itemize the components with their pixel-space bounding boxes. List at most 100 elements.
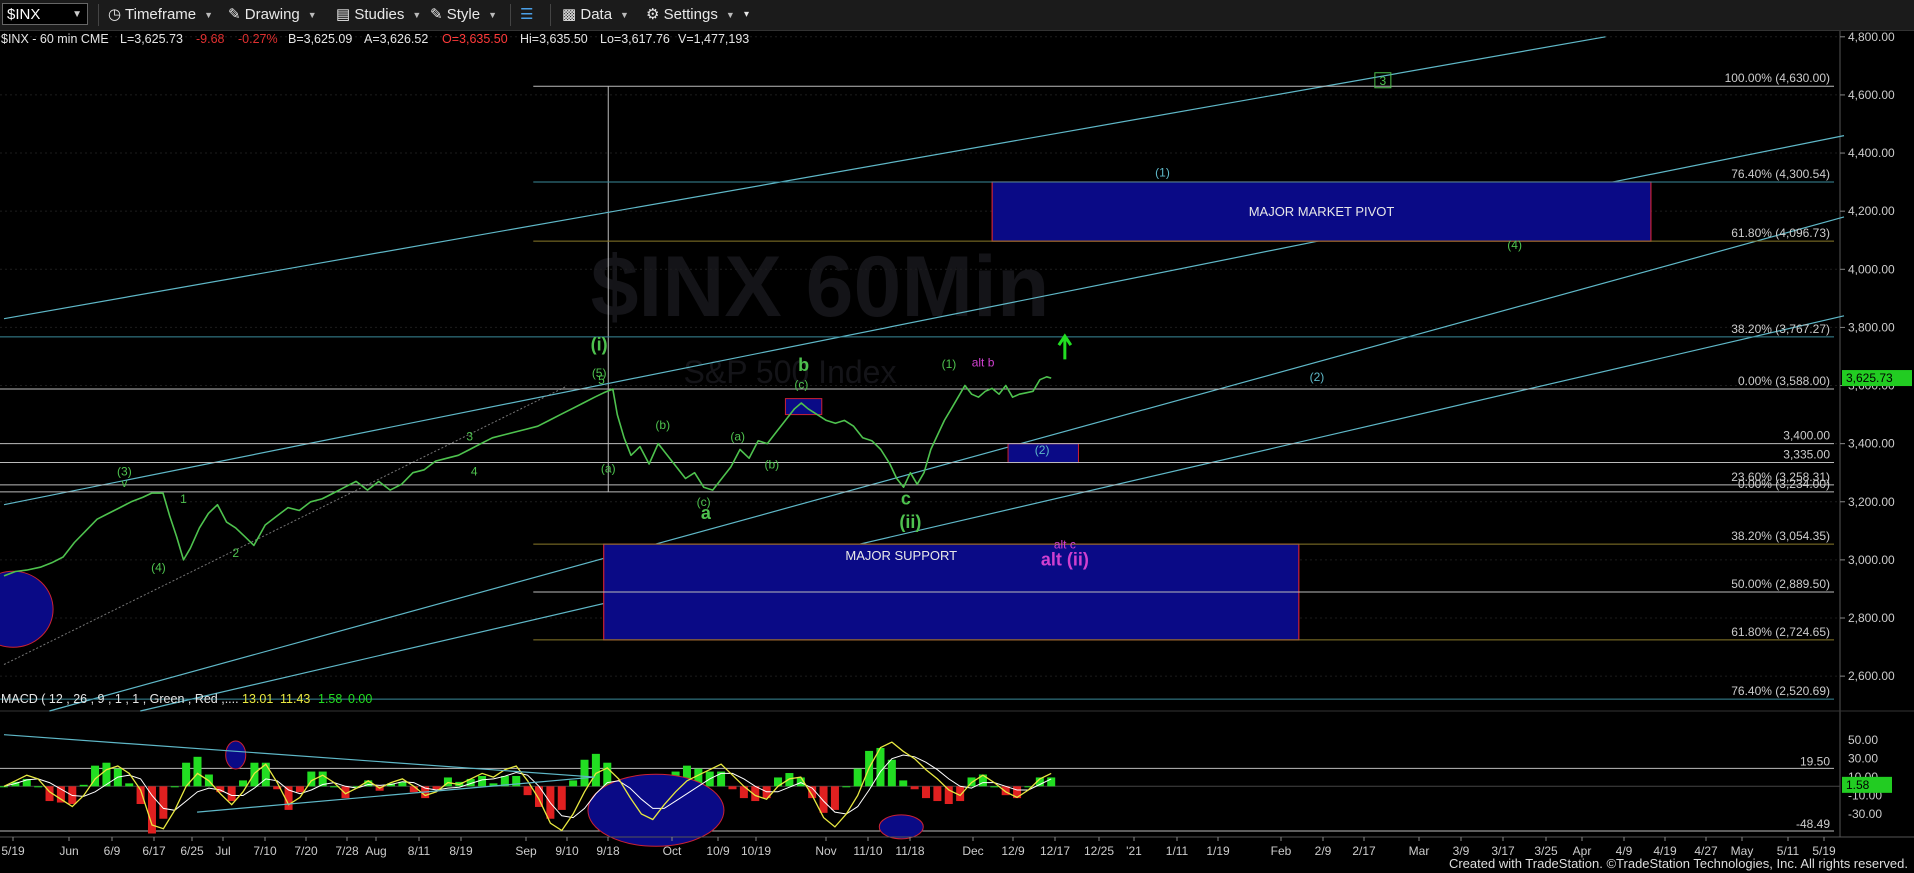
macd-histogram-bar — [159, 786, 168, 819]
macd-histogram-bar — [330, 786, 339, 788]
wave-label: a — [701, 503, 712, 523]
macd-histogram-bar — [523, 786, 532, 796]
macd-histogram-bar — [239, 780, 248, 787]
toolbar-separator — [550, 4, 551, 26]
price-chart[interactable]: $INX 60Min S&P 500 Index MAJOR MARKET PI… — [0, 31, 1914, 873]
wave-label: 3 — [466, 430, 473, 444]
chevron-down-icon: ▼ — [620, 10, 629, 21]
macd-histogram-bar — [591, 753, 600, 787]
toolbar-separator — [510, 4, 511, 26]
y-tick-label: 2,600.00 — [1848, 669, 1895, 683]
y-tick-label: 3,200.00 — [1848, 495, 1895, 509]
info-last: L=3,625.73 — [120, 32, 183, 46]
zone-box-label: MAJOR MARKET PIVOT — [1249, 204, 1395, 219]
fib-level-label: 3,335.00 — [1783, 448, 1830, 462]
x-tick-label: 2/9 — [1315, 844, 1332, 858]
watermark-subtext: S&P 500 Index — [684, 354, 897, 390]
x-tick-label: 7/28 — [335, 844, 359, 858]
macd-histogram-bar — [1047, 777, 1056, 787]
x-tick-label: 10/19 — [741, 844, 771, 858]
wave-label: (4) — [151, 561, 166, 575]
style-button[interactable]: ✎ Style ▼ — [430, 4, 497, 26]
x-tick-label: 6/25 — [180, 844, 204, 858]
macd-ref-label: 19.50 — [1800, 754, 1830, 768]
settings-button[interactable]: ⚙ Settings ▼ — [646, 4, 735, 26]
x-tick-label: 12/25 — [1084, 844, 1114, 858]
fib-level-label: 61.80% (2,724.65) — [1731, 625, 1830, 639]
y-tick-label: 3,000.00 — [1848, 553, 1895, 567]
info-bid: B=3,625.09 — [288, 32, 352, 46]
fib-level-label: 38.20% (3,767.27) — [1731, 322, 1830, 336]
fib-level-label: 38.20% (3,054.35) — [1731, 529, 1830, 543]
drawing-button[interactable]: ✎ Drawing ▼ — [228, 4, 317, 26]
x-tick-label: Aug — [365, 844, 386, 858]
macd-histogram-bar — [899, 780, 908, 787]
macd-legend-value: 0.00 — [348, 692, 372, 706]
timeframe-button[interactable]: ◷ Timeframe ▼ — [108, 4, 213, 26]
x-tick-label: 10/9 — [706, 844, 730, 858]
studies-icon: ▤ — [336, 6, 351, 23]
macd-histogram-bar — [819, 786, 828, 813]
style-label: Style — [446, 6, 481, 23]
symbol-input[interactable]: $INX ▼ — [2, 3, 88, 25]
studies-button[interactable]: ▤ Studies ▼ — [336, 4, 421, 26]
chart-background — [0, 31, 1914, 873]
wave-label: (2) — [1035, 443, 1050, 457]
wave-label: 3 — [1380, 74, 1387, 88]
info-symbol: $INX - 60 min CME — [1, 32, 109, 46]
last-price-label: 3,625.73 — [1846, 371, 1893, 385]
toolbar: $INX ▼ ◷ Timeframe ▼ ✎ Drawing ▼ ▤ Studies… — [0, 0, 1914, 31]
macd-histogram-bar — [295, 786, 304, 793]
macd-legend-value: 1.58 — [318, 692, 342, 706]
info-pct: -0.27% — [238, 32, 278, 46]
clock-icon: ◷ — [108, 6, 122, 23]
macd-histogram-bar — [933, 786, 942, 802]
data-label: Data — [580, 6, 613, 23]
watermark-text: $INX 60Min — [591, 239, 1050, 335]
fib-level-label: 76.40% (4,300.54) — [1731, 167, 1830, 181]
fib-level-label: 76.40% (2,520.69) — [1731, 684, 1830, 698]
timeframe-label: Timeframe — [125, 6, 197, 23]
macd-histogram-bar — [944, 786, 953, 805]
info-low: Lo=3,617.76 — [600, 32, 670, 46]
y-tick-label: 4,800.00 — [1848, 31, 1895, 44]
x-tick-label: 11/10 — [853, 844, 882, 858]
zone-box-label: MAJOR SUPPORT — [845, 548, 957, 563]
macd-legend-value: 11.43 — [280, 692, 310, 706]
macd-histogram-bar — [170, 786, 179, 788]
x-tick-label: Feb — [1271, 844, 1292, 858]
y-tick-label: 3,400.00 — [1848, 437, 1895, 451]
y-tick-label: 3,800.00 — [1848, 320, 1895, 334]
data-button[interactable]: ▩ Data ▼ — [562, 4, 629, 26]
info-change: -9.68 — [196, 32, 225, 46]
macd-histogram-bar — [569, 780, 578, 787]
x-tick-label: 9/10 — [555, 844, 579, 858]
x-tick-label: 7/20 — [294, 844, 318, 858]
y-tick-label: 4,000.00 — [1848, 262, 1895, 276]
macd-histogram-bar — [79, 784, 88, 787]
y-tick-label: 4,200.00 — [1848, 204, 1895, 218]
info-ask: A=3,626.52 — [364, 32, 428, 46]
x-tick-label: Sep — [515, 844, 537, 858]
macd-histogram-bar — [193, 756, 202, 787]
fib-level-label: 100.00% (4,630.00) — [1725, 71, 1830, 85]
wave-label: 4 — [471, 465, 478, 479]
wave-label: (c) — [794, 377, 808, 391]
wave-label: v — [121, 476, 127, 490]
toolbar-overflow-icon[interactable]: ▾ — [744, 4, 749, 26]
wave-label: b — [798, 355, 809, 375]
x-tick-label: Jun — [59, 844, 78, 858]
wave-label: alt b — [972, 356, 995, 370]
toolbar-separator — [98, 4, 99, 26]
macd-legend-value: 13.01 — [242, 692, 273, 706]
x-tick-label: 1/19 — [1206, 844, 1230, 858]
settings-label: Settings — [663, 6, 718, 23]
symbol-value: $INX — [7, 6, 41, 23]
macd-histogram-bar — [125, 783, 134, 787]
y-tick-label: 4,600.00 — [1848, 88, 1895, 102]
x-tick-label: 5/19 — [1, 844, 25, 858]
x-tick-label: 7/10 — [253, 844, 277, 858]
macd-highlight-ellipse — [587, 773, 725, 847]
layout-icon[interactable]: ☰ — [520, 4, 533, 26]
x-tick-label: 12/17 — [1040, 844, 1070, 858]
